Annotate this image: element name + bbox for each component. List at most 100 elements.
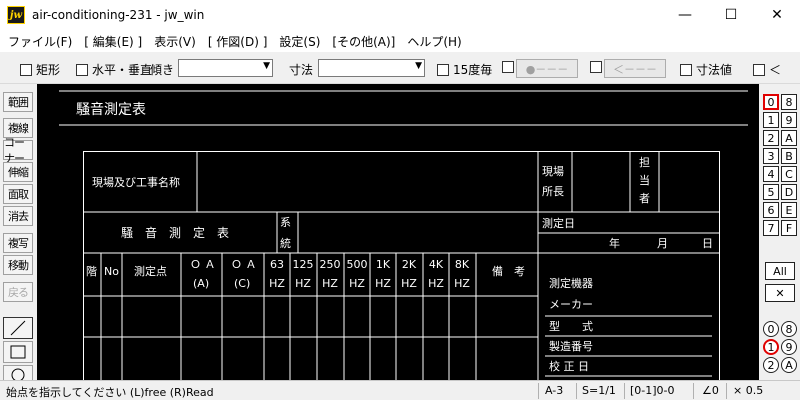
scale-indicator[interactable]: S=1/1 [582,384,616,397]
layer-group-button-r5[interactable]: D [781,184,797,200]
layer-button-r1[interactable]: 9 [781,339,797,355]
range-button[interactable]: 範囲 [3,92,33,112]
status-bar: 始点を指示してください (L)free (R)Read A-3 S=1/1 [0… [0,380,800,400]
menu-view[interactable]: 表示(V) [148,33,202,50]
left-tool-palette: 範囲 複線 コーナー 伸縮 面取 消去 複写 移動 戻る [0,84,36,380]
remarks-header: 備 考 [492,265,525,278]
chamfer-button[interactable]: 面取 [3,184,33,204]
layer-group-button-4[interactable]: 4 [763,166,779,182]
layer-group-button-2[interactable]: 2 [763,130,779,146]
corner-button[interactable]: コーナー [3,136,33,165]
menu-edit[interactable]: [ 編集(E) ] [78,33,148,50]
layer-button-r2[interactable]: A [781,357,797,373]
floor-header: 階 [86,264,97,278]
layer-group-button-r4[interactable]: C [781,166,797,182]
frequency-header: 125 [293,258,314,271]
hz-unit-label: HZ [322,277,338,290]
device-label: 測定機器 [549,276,593,290]
layer-button-2[interactable]: 2 [763,357,779,373]
rectangle-tool-icon[interactable] [3,341,33,363]
menu-draw[interactable]: [ 作図(D) ] [202,33,274,50]
layer-group-button-3[interactable]: 3 [763,148,779,164]
month-label: 月 [657,237,668,250]
status-message: 始点を指示してください (L)free (R)Read [6,386,214,399]
dimval-label: 寸法値 [696,63,733,77]
layer-group-button-0[interactable]: 0 [763,94,779,110]
site-manager-label-1: 現場 [542,165,564,178]
layer-button-0[interactable]: 0 [763,321,779,337]
paper-size[interactable]: A-3 [545,384,563,397]
layer-indicator[interactable]: [0-1]0-0 [630,384,675,397]
layer-group-button-r3[interactable]: B [781,148,797,164]
drawing-canvas[interactable]: 騒音測定表 現場及び工事名称 現場 所長 担 当 者 騒 音 測 定 表 系 統… [37,84,759,380]
hv-option[interactable]: 水平・垂直 [76,61,152,78]
zoom-indicator[interactable]: × 0.5 [733,384,763,397]
lt-option[interactable]: ＜ [753,61,781,78]
circle-checkbox[interactable] [502,61,514,73]
layer-group-button-r6[interactable]: E [781,202,797,218]
layer-group-button-1[interactable]: 1 [763,112,779,128]
dim-combo[interactable]: ▼ [318,59,425,77]
frequency-header: 1K [376,258,391,271]
frequency-header: 500 [347,258,368,271]
layer-group-button-5[interactable]: 5 [763,184,779,200]
line-tool-icon[interactable] [3,317,33,339]
hz-unit-label: HZ [454,277,470,290]
dimval-option[interactable]: 寸法値 [680,61,732,78]
lt-label: ＜ [769,63,782,77]
tilt-label: 傾き [150,63,175,77]
menu-other[interactable]: [その他(A)] [326,33,401,50]
tilt-combo[interactable]: ▼ [178,59,273,77]
erase-button[interactable]: 消去 [3,206,33,226]
layer-button-1[interactable]: 1 [763,339,779,355]
rect-option[interactable]: 矩形 [20,61,60,78]
stretch-button[interactable]: 伸縮 [3,162,33,182]
copy-button[interactable]: 複写 [3,233,33,253]
move-button[interactable]: 移動 [3,255,33,275]
layer-group-button-6[interactable]: 6 [763,202,779,218]
menu-file[interactable]: ファイル(F) [2,33,78,50]
chevron-down-icon[interactable]: ▼ [415,61,422,71]
dimval-checkbox[interactable] [680,63,692,76]
lt-checkbox[interactable] [753,63,765,76]
maker-label: メーカー [549,298,593,311]
hz-unit-label: HZ [375,277,391,290]
menu-help[interactable]: ヘルプ(H) [401,33,467,50]
status-divider [624,383,625,399]
maximize-button[interactable]: ☐ [708,0,754,30]
close-button[interactable]: ✕ [754,0,800,30]
hv-checkbox[interactable] [76,63,88,76]
layer-group-button-r0[interactable]: 8 [781,94,797,110]
arrow-checkbox[interactable] [590,61,602,73]
table-title: 騒 音 測 定 表 [121,225,229,240]
frequency-header: 63 [270,258,284,271]
chevron-down-icon[interactable]: ▼ [263,61,270,71]
menu-bar: ファイル(F) [ 編集(E) ] 表示(V) [ 作図(D) ] 設定(S) … [0,30,800,52]
layer-button-r0[interactable]: 8 [781,321,797,337]
rect-checkbox[interactable] [20,63,32,76]
frequency-header: 8K [455,258,470,271]
layer-group-button-r2[interactable]: A [781,130,797,146]
all-layers-button[interactable]: All [765,262,795,280]
close-icon[interactable]: ✕ [765,284,795,302]
menu-settings[interactable]: 設定(S) [273,33,326,50]
minimize-button[interactable]: — [662,0,708,30]
deg15-checkbox[interactable] [437,63,449,76]
no-header: No [104,265,119,278]
oa-a-header: Ｏ Ａ [190,258,216,271]
status-divider [538,383,539,399]
layer-group-button-7[interactable]: 7 [763,220,779,236]
circle-tool-icon[interactable] [3,365,33,380]
layer-group-button-r1[interactable]: 9 [781,112,797,128]
layer-group-button-r7[interactable]: F [781,220,797,236]
circle-line-button[interactable]: ●－－－ [516,59,578,78]
arrow-line-button[interactable]: ＜－－－ [604,59,666,78]
day-label: 日 [702,237,713,250]
deg15-label: 15度毎 [453,63,493,77]
undo-button[interactable]: 戻る [3,282,33,302]
date-label: 測定日 [542,216,575,230]
system-label-2: 統 [280,236,291,250]
angle-indicator[interactable]: ∠0 [702,384,719,397]
deg15-option[interactable]: 15度毎 [437,61,492,78]
app-icon: jw [7,6,25,24]
